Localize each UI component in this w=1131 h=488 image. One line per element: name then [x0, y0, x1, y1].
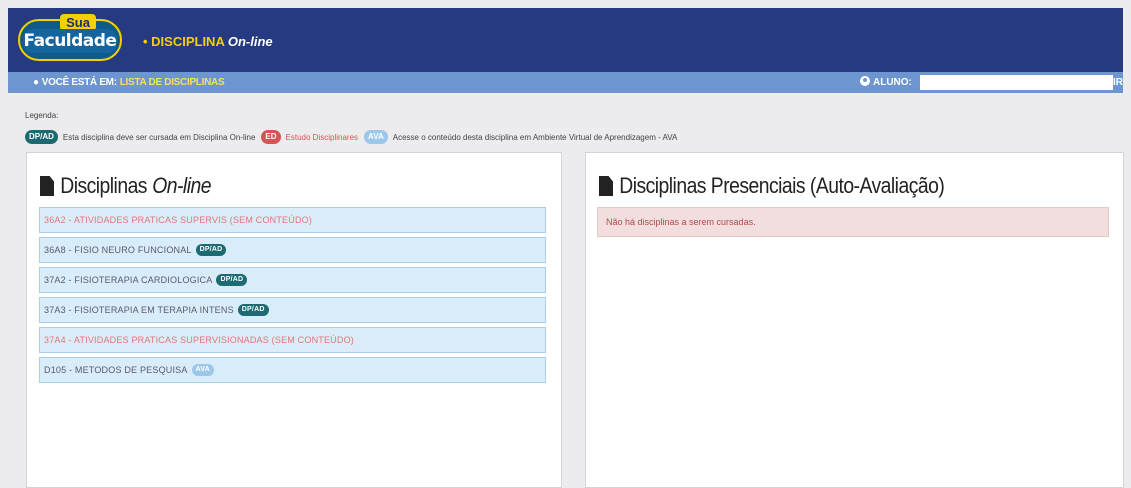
legend-text-ava: Acesse o conteúdo desta disciplina em Am… — [392, 132, 678, 142]
presencial-disciplines-panel: Disciplinas Presenciais (Auto-Avaliação)… — [585, 152, 1124, 488]
top-header: Sua Faculdade • DISCIPLINA On-line — [8, 8, 1123, 72]
document-icon — [40, 176, 55, 196]
discipline-label: 36A2 - ATIVIDADES PRATICAS SUPERVIS (SEM… — [44, 215, 313, 225]
online-title-em: On-line — [152, 173, 211, 198]
aluno-label-group: ALUNO: — [860, 72, 912, 93]
discipline-item[interactable]: D105 - METODOS DE PESQUISA AVA — [39, 357, 546, 383]
breadcrumb: ● VOCÊ ESTÁ EM: LISTA DE DISCIPLINAS — [33, 72, 225, 93]
presencial-title-text: Disciplinas Presenciais (Auto-Avaliação) — [619, 173, 945, 198]
online-disciplines-panel: Disciplinas On-line 36A2 - ATIVIDADES PRA… — [26, 152, 562, 488]
page-title-prefix: • DISCIPLINA — [143, 34, 225, 49]
legend-text-ed: Estudo Disciplinares — [285, 132, 359, 142]
ava-badge: AVA — [191, 364, 214, 376]
legend-badge-dpad: DP/AD — [25, 130, 58, 144]
page-title-suffix: On-line — [227, 34, 273, 49]
discipline-item[interactable]: 37A3 - FISIOTERAPIA EM TERAPIA INTENS DP… — [39, 297, 546, 323]
aluno-name-field[interactable] — [920, 75, 1113, 90]
page-title: • DISCIPLINA On-line — [143, 34, 273, 49]
legend: DP/AD Esta disciplina deve ser cursada e… — [25, 130, 683, 144]
map-pin-icon: ● — [33, 77, 39, 88]
legend-badge-ava: AVA — [364, 130, 388, 144]
discipline-label: 36A8 - FISIO NEURO FUNCIONAL — [44, 245, 192, 255]
breadcrumb-label: VOCÊ ESTÁ EM: — [41, 77, 117, 88]
discipline-label: 37A2 - FISIOTERAPIA CARDIOLOGICA — [44, 275, 213, 285]
dpad-badge: DP/AD — [216, 274, 248, 286]
legend-text-dpad: Esta disciplina deve ser cursada em Disc… — [62, 132, 256, 142]
legend-badge-ed: ED — [261, 130, 281, 144]
aluno-label: ALUNO: — [873, 77, 912, 88]
breadcrumb-bar: ● VOCÊ ESTÁ EM: LISTA DE DISCIPLINAS ALUNO… — [8, 72, 1123, 93]
online-title-text: Disciplinas — [60, 173, 147, 198]
dpad-badge: DP/AD — [195, 244, 227, 256]
logo-main-text: Faculdade — [23, 29, 117, 53]
discipline-item[interactable]: 36A8 - FISIO NEURO FUNCIONAL DP/AD — [39, 237, 546, 263]
document-icon — [599, 176, 614, 196]
discipline-item[interactable]: 37A2 - FISIOTERAPIA CARDIOLOGICA DP/AD — [39, 267, 546, 293]
sua-faculdade-logo[interactable]: Sua Faculdade — [18, 14, 122, 61]
user-circle-icon — [860, 76, 870, 86]
discipline-label: 37A3 - FISIOTERAPIA EM TERAPIA INTENS — [44, 305, 234, 315]
online-panel-title: Disciplinas On-line — [40, 173, 211, 199]
legend-title: Legenda: — [25, 111, 59, 120]
discipline-label: 37A4 - ATIVIDADES PRATICAS SUPERVISIONAD… — [44, 335, 354, 345]
dpad-badge: DP/AD — [237, 304, 269, 316]
breadcrumb-link[interactable]: LISTA DE DISCIPLINAS — [120, 77, 225, 88]
online-disciplines-list: 36A2 - ATIVIDADES PRATICAS SUPERVIS (SEM… — [39, 207, 546, 387]
discipline-item[interactable]: 36A2 - ATIVIDADES PRATICAS SUPERVIS (SEM… — [39, 207, 546, 233]
discipline-item[interactable]: 37A4 - ATIVIDADES PRATICAS SUPERVISIONAD… — [39, 327, 546, 353]
no-disciplines-alert: Não há disciplinas a serem cursadas. — [597, 207, 1109, 237]
presencial-panel-title: Disciplinas Presenciais (Auto-Avaliação) — [599, 173, 945, 199]
aluno-go-link[interactable]: IR — [1113, 72, 1123, 93]
discipline-label: D105 - METODOS DE PESQUISA — [44, 365, 188, 375]
